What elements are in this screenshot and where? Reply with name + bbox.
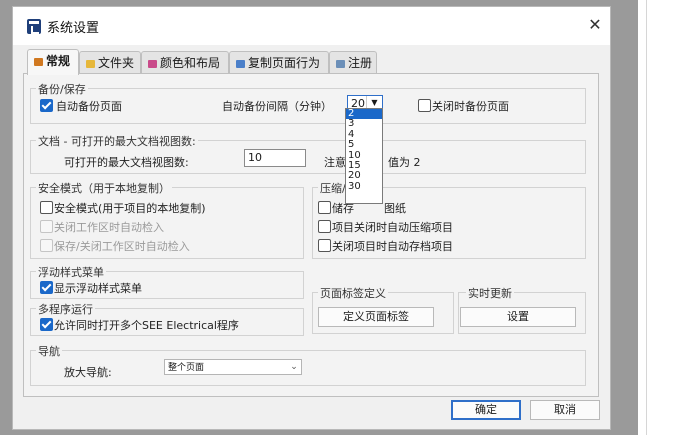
zoom-navigation-select[interactable]: 整个页面 ⌄ bbox=[164, 359, 302, 375]
system-settings-dialog: 系统设置 ✕ 常规 文件夹 颜色和布局 复制页面行为 注册 备份/保存 自动备份… bbox=[12, 6, 611, 430]
zoom-navigation-label: 放大导航: bbox=[64, 366, 112, 379]
cancel-button[interactable]: 取消 bbox=[530, 400, 600, 420]
auto-backup-label: 自动备份页面 bbox=[56, 100, 122, 113]
navigation-group bbox=[30, 350, 586, 386]
tab-color-layout[interactable]: 颜色和布局 bbox=[141, 51, 229, 74]
safe-mode-label: 安全模式(用于项目的本地复制) bbox=[54, 202, 206, 215]
auto-checkin-close-label: 关闭工作区时自动检入 bbox=[54, 221, 164, 234]
backup-group-title: 备份/保存 bbox=[36, 81, 88, 97]
auto-archive-label: 关闭项目时自动存档项目 bbox=[332, 240, 453, 253]
interval-option[interactable]: 5 bbox=[346, 139, 382, 150]
app-logo-icon bbox=[27, 19, 41, 34]
tab-copy-page[interactable]: 复制页面行为 bbox=[229, 51, 329, 74]
auto-compress-checkbox[interactable] bbox=[318, 220, 331, 233]
register-icon bbox=[336, 59, 345, 68]
allow-multi-run-checkbox[interactable] bbox=[40, 318, 53, 331]
backup-interval-dropdown-list: 2 3 4 5 10 15 20 30 bbox=[345, 108, 383, 204]
max-views-label: 可打开的最大文档视图数: bbox=[64, 156, 189, 169]
allow-multi-run-label: 允许同时打开多个SEE Electrical程序 bbox=[54, 319, 239, 332]
palette-icon bbox=[148, 59, 157, 68]
store-drawings-label-tail: 图纸 bbox=[384, 202, 406, 215]
safe-mode-checkbox[interactable] bbox=[40, 201, 53, 214]
close-backup-label: 关闭时备份页面 bbox=[432, 100, 509, 113]
navigation-group-title: 导航 bbox=[36, 343, 62, 359]
page-tag-group-title: 页面标签定义 bbox=[318, 285, 388, 301]
folder-icon bbox=[86, 59, 95, 68]
safe-mode-group-title: 安全模式（用于本地复制） bbox=[36, 180, 172, 196]
show-floating-menu-checkbox[interactable] bbox=[40, 281, 53, 294]
general-icon bbox=[34, 57, 43, 66]
tab-copy-page-label: 复制页面行为 bbox=[248, 56, 321, 70]
close-backup-checkbox[interactable] bbox=[418, 99, 431, 112]
auto-checkin-save-label: 保存/关闭工作区时自动检入 bbox=[54, 240, 190, 253]
show-floating-menu-label: 显示浮动样式菜单 bbox=[54, 282, 142, 295]
tab-general[interactable]: 常规 bbox=[27, 49, 79, 75]
tab-general-label: 常规 bbox=[46, 54, 71, 68]
background-window-strip bbox=[638, 0, 680, 435]
tab-color-layout-label: 颜色和布局 bbox=[160, 56, 221, 70]
floating-menu-group-title: 浮动样式菜单 bbox=[36, 264, 106, 280]
tab-folders[interactable]: 文件夹 bbox=[79, 51, 141, 74]
auto-archive-checkbox[interactable] bbox=[318, 239, 331, 252]
store-drawings-checkbox[interactable] bbox=[318, 201, 331, 214]
multi-run-group-title: 多程序运行 bbox=[36, 301, 95, 317]
documents-note-prefix: 注意 bbox=[324, 156, 346, 169]
tab-folders-label: 文件夹 bbox=[98, 56, 135, 70]
realtime-settings-button[interactable]: 设置 bbox=[460, 307, 576, 327]
tab-register-label: 注册 bbox=[348, 56, 373, 70]
auto-backup-checkbox[interactable] bbox=[40, 99, 53, 112]
tab-register[interactable]: 注册 bbox=[329, 51, 377, 74]
documents-note-suffix: 值为 2 bbox=[388, 156, 421, 169]
compress-group-title: 压缩/ bbox=[318, 180, 348, 196]
backup-interval-label: 自动备份间隔（分钟） bbox=[222, 100, 332, 113]
auto-checkin-save-checkbox[interactable] bbox=[40, 239, 53, 252]
auto-checkin-close-checkbox[interactable] bbox=[40, 220, 53, 233]
documents-group-title: 文档 - 可打开的最大文档视图数: bbox=[36, 133, 198, 149]
auto-compress-label: 项目关闭时自动压缩项目 bbox=[332, 221, 453, 234]
dialog-title: 系统设置 bbox=[47, 21, 100, 36]
general-tab-panel: 备份/保存 自动备份页面 自动备份间隔（分钟） 20 ▼ 关闭时备份页面 文档 … bbox=[23, 73, 599, 397]
realtime-group-title: 实时更新 bbox=[466, 285, 514, 301]
zoom-navigation-value: 整个页面 bbox=[168, 363, 205, 373]
title-bar: 系统设置 ✕ bbox=[13, 7, 610, 45]
copy-page-icon bbox=[236, 59, 245, 68]
chevron-down-icon[interactable]: ⌄ bbox=[287, 360, 301, 374]
define-page-tag-button[interactable]: 定义页面标签 bbox=[318, 307, 434, 327]
close-icon[interactable]: ✕ bbox=[585, 15, 605, 35]
max-views-input[interactable]: 10 bbox=[244, 149, 306, 167]
interval-option[interactable]: 30 bbox=[346, 181, 382, 192]
ok-button[interactable]: 确定 bbox=[451, 400, 521, 420]
